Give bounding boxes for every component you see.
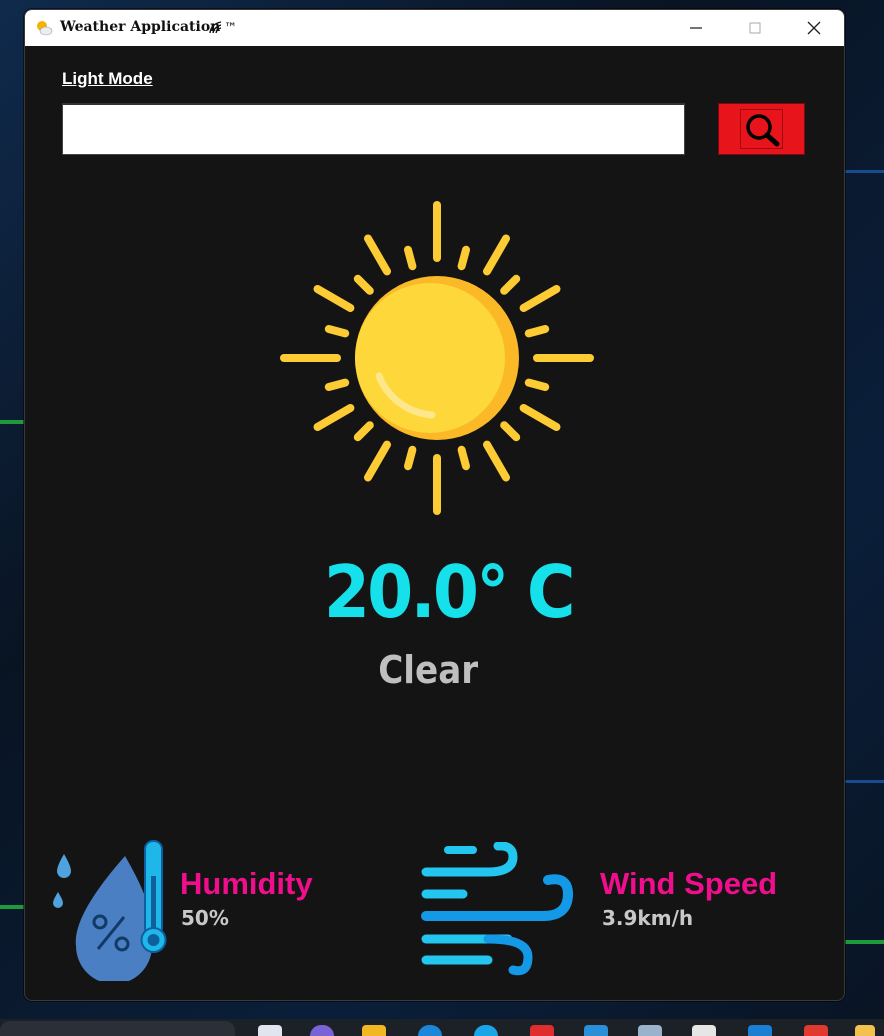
- taskbar-app-icon[interactable]: [310, 1025, 334, 1036]
- taskbar-app-icon[interactable]: [530, 1025, 554, 1036]
- sun-ray: [313, 404, 355, 431]
- sun-ray: [353, 421, 374, 442]
- close-icon: [807, 21, 821, 35]
- signal-icon: [209, 21, 222, 34]
- sun-ray: [483, 234, 510, 276]
- humidity-label: Humidity: [180, 866, 313, 901]
- os-taskbar: [0, 1019, 884, 1036]
- wallpaper-accent: [843, 170, 884, 173]
- title-trademark: ™: [208, 20, 237, 36]
- taskbar-app-icon[interactable]: [692, 1025, 716, 1036]
- search-button-frame: [740, 109, 783, 149]
- sun-ray: [519, 285, 561, 312]
- sun-ray: [404, 445, 417, 471]
- sun-ray: [524, 378, 550, 391]
- sun-ray: [404, 245, 417, 271]
- title-bar[interactable]: Weather Application ™: [25, 10, 844, 46]
- maximize-icon: [749, 22, 761, 34]
- wallpaper-accent: [0, 420, 24, 424]
- taskbar-search[interactable]: [0, 1021, 235, 1036]
- taskbar-app-icon[interactable]: [638, 1025, 662, 1036]
- weather-app-window: Weather Application ™ Light Mode 20.0° C…: [24, 9, 845, 1001]
- weather-condition: Clear: [378, 648, 479, 692]
- taskbar-app-icon[interactable]: [418, 1025, 442, 1036]
- taskbar-app-icon[interactable]: [258, 1025, 282, 1036]
- search-icon: [746, 114, 780, 147]
- taskbar-app-icon[interactable]: [804, 1025, 828, 1036]
- sun-ray: [500, 274, 521, 295]
- close-button[interactable]: [785, 10, 843, 46]
- wallpaper-accent: [0, 905, 24, 909]
- sun-ray: [457, 445, 470, 471]
- sun-ray: [324, 325, 350, 338]
- sun-ray: [313, 285, 355, 312]
- taskbar-app-icon[interactable]: [584, 1025, 608, 1036]
- folder-icon[interactable]: [362, 1025, 386, 1036]
- partly-cloudy-icon: [37, 21, 53, 36]
- sun-ray: [524, 325, 550, 338]
- taskbar-app-icon[interactable]: [855, 1025, 875, 1036]
- wallpaper-accent: [843, 780, 884, 783]
- humidity-icon: [53, 840, 167, 981]
- wind-icon: [421, 842, 574, 976]
- taskbar-app-icon[interactable]: [474, 1025, 498, 1036]
- search-button[interactable]: [718, 103, 805, 155]
- humidity-value: 50%: [181, 906, 229, 930]
- sun-ray: [353, 274, 374, 295]
- sun-ray: [364, 234, 391, 276]
- wallpaper-accent: [843, 940, 884, 944]
- maximize-button[interactable]: [726, 10, 784, 46]
- vscode-icon[interactable]: [748, 1025, 772, 1036]
- window-title: Weather Application: [60, 19, 221, 35]
- minimize-icon: [690, 27, 702, 29]
- sun-ray: [483, 440, 510, 482]
- temperature-value: 20.0° C: [323, 550, 576, 634]
- sun-icon: [280, 201, 594, 515]
- sun-ray: [500, 421, 521, 442]
- sun-ray: [324, 378, 350, 391]
- trademark-symbol: ™: [224, 21, 237, 36]
- sun-ray: [364, 440, 391, 482]
- city-search-input[interactable]: [62, 103, 685, 155]
- minimize-button[interactable]: [667, 10, 725, 46]
- sun-ray: [519, 404, 561, 431]
- light-mode-toggle[interactable]: Light Mode: [62, 69, 153, 89]
- sun-ray: [457, 245, 470, 271]
- wind-speed-label: Wind Speed: [600, 866, 778, 901]
- wind-speed-value: 3.9km/h: [602, 906, 694, 930]
